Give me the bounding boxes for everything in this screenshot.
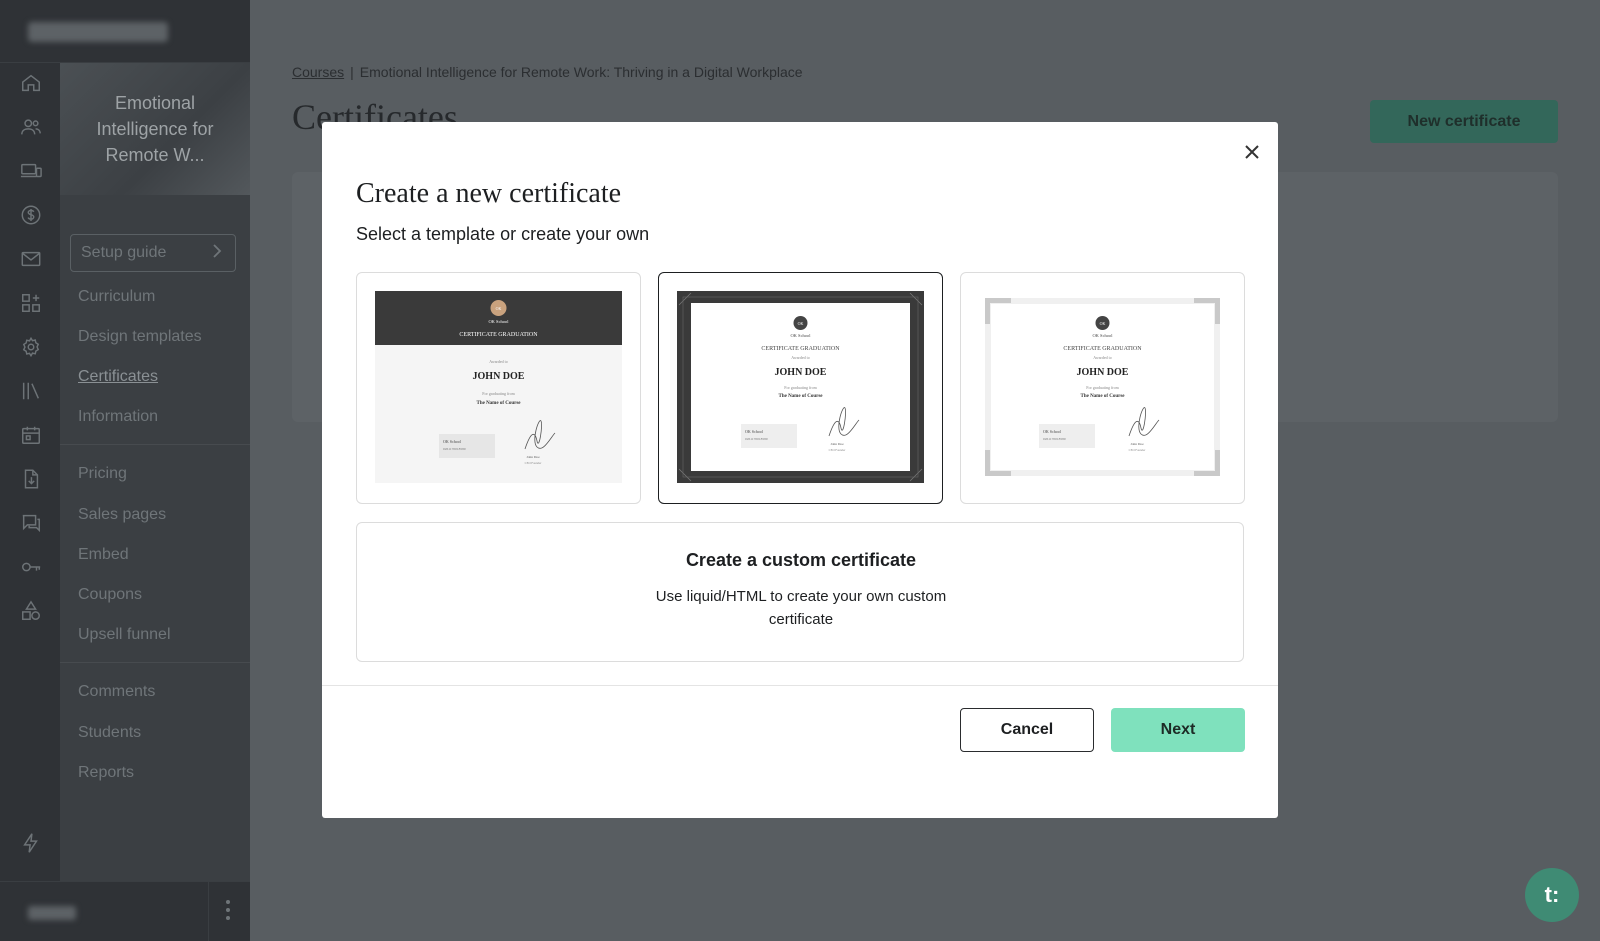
nav-upsell-funnel[interactable]: Upsell funnel [78,626,171,644]
home-icon[interactable] [18,70,44,96]
user-name-blurred [28,906,76,920]
template-box-num: 0261170018580 [1043,437,1066,441]
setup-guide-button[interactable]: Setup guide [70,234,236,272]
template-box-label: OK School [443,439,462,444]
certificate-preview-dark-frame: OK OK School CERTIFICATE GRADUATION Awar… [677,291,924,483]
shapes-icon[interactable] [18,598,44,624]
school-name-blurred [28,22,168,42]
template-box-num: 0261170018580 [443,447,466,451]
breadcrumb-separator: | [350,64,354,80]
template-sig-role: CEO Founder [829,448,846,452]
close-icon[interactable] [1240,140,1264,164]
custom-certificate-option[interactable]: Create a custom certificate Use liquid/H… [356,522,1244,662]
footer-divider [208,882,209,941]
modal-subtitle: Select a template or create your own [356,224,650,244]
template-badge: OK [798,321,804,326]
nav-sales-pages[interactable]: Sales pages [78,506,166,524]
users-icon[interactable] [18,114,44,140]
template-sig-name: John Doe [1130,442,1144,446]
template-box-label: OK School [1043,429,1062,434]
setup-guide-label: Setup guide [81,244,167,261]
template-name: JOHN DOE [1077,367,1129,378]
cancel-button[interactable]: Cancel [960,708,1094,752]
library-icon[interactable] [18,378,44,404]
next-button[interactable]: Next [1111,708,1245,752]
more-options-icon[interactable] [226,900,232,924]
template-awarded: Awarded to [1093,355,1111,360]
nav-embed[interactable]: Embed [78,546,129,564]
school-name-header[interactable] [0,0,250,63]
template-box-num: 0261170018580 [745,437,768,441]
template-school: OK School [790,333,811,338]
lightning-icon[interactable] [18,830,44,856]
nav-certificates[interactable]: Certificates [78,368,158,386]
certificate-preview-dark-header: OK OK School CERTIFICATE GRADUATION Awar… [375,291,622,483]
template-sig-name: John Doe [830,442,844,446]
nav-reports[interactable]: Reports [78,764,134,782]
devices-icon[interactable] [18,158,44,184]
template-name: JOHN DOE [473,371,525,382]
nav-curriculum[interactable]: Curriculum [78,288,155,306]
template-for: For graduating from [482,391,515,396]
breadcrumb-courses-link[interactable]: Courses [292,64,344,80]
chevron-right-icon [211,243,223,263]
template-school: OK School [488,319,509,324]
nav-design-templates[interactable]: Design templates [78,328,202,346]
template-name: JOHN DOE [775,367,827,378]
template-heading: CERTIFICATE GRADUATION [459,332,538,338]
user-footer[interactable] [0,881,250,941]
template-school: OK School [1092,333,1113,338]
template-course: The Name of Course [778,394,823,399]
nav-divider [60,662,250,663]
template-sig-role: CEO Founder [1129,448,1146,452]
chat-icon[interactable] [18,510,44,536]
template-badge: OK [496,306,502,311]
template-badge: OK [1100,321,1106,326]
calendar-icon[interactable] [18,422,44,448]
create-certificate-modal: Create a new certificate Select a templa… [322,122,1278,818]
template-sig-role: CEO Founder [525,461,542,465]
modal-title: Create a new certificate [356,178,622,209]
chat-widget-button[interactable]: t: [1525,868,1579,922]
nav-coupons[interactable]: Coupons [78,586,142,604]
mail-icon[interactable] [18,246,44,272]
course-thumbnail[interactable]: Emotional Intelligence for Remote W... [60,63,250,195]
dollar-icon[interactable] [18,202,44,228]
course-title: Emotional Intelligence for Remote W... [96,93,214,165]
breadcrumb-current: Emotional Intelligence for Remote Work: … [359,64,803,80]
template-option-2[interactable]: OK OK School CERTIFICATE GRADUATION Awar… [658,272,943,504]
course-sidebar: Emotional Intelligence for Remote W... S… [60,63,250,881]
template-option-3[interactable]: OK OK School CERTIFICATE GRADUATION Awar… [960,272,1245,504]
custom-certificate-description: Use liquid/HTML to create your own custo… [655,588,947,628]
template-heading: CERTIFICATE GRADUATION [1063,346,1142,352]
custom-certificate-title: Create a custom certificate [685,550,917,570]
template-awarded: Awarded to [489,359,507,364]
apps-icon[interactable] [18,290,44,316]
nav-pricing[interactable]: Pricing [78,465,127,483]
template-awarded: Awarded to [791,355,809,360]
template-option-1[interactable]: OK OK School CERTIFICATE GRADUATION Awar… [356,272,641,504]
template-box-label: OK School [745,429,764,434]
certificate-preview-light-frame: OK OK School CERTIFICATE GRADUATION Awar… [979,291,1226,483]
nav-students[interactable]: Students [78,724,141,742]
nav-comments[interactable]: Comments [78,683,155,701]
modal-footer-divider [322,685,1278,686]
nav-divider [60,444,250,445]
download-doc-icon[interactable] [18,466,44,492]
breadcrumb: Courses | Emotional Intelligence for Remot… [292,64,803,80]
template-course: The Name of Course [1080,394,1125,399]
gear-icon[interactable] [18,334,44,360]
template-for: For graduating from [1086,385,1119,390]
nav-information[interactable]: Information [78,408,158,426]
template-sig-name: John Doe [526,455,540,459]
template-course: The Name of Course [476,401,521,406]
template-heading: CERTIFICATE GRADUATION [761,346,840,352]
new-certificate-button[interactable]: New certificate [1370,100,1558,143]
template-for: For graduating from [784,385,817,390]
key-icon[interactable] [18,554,44,580]
